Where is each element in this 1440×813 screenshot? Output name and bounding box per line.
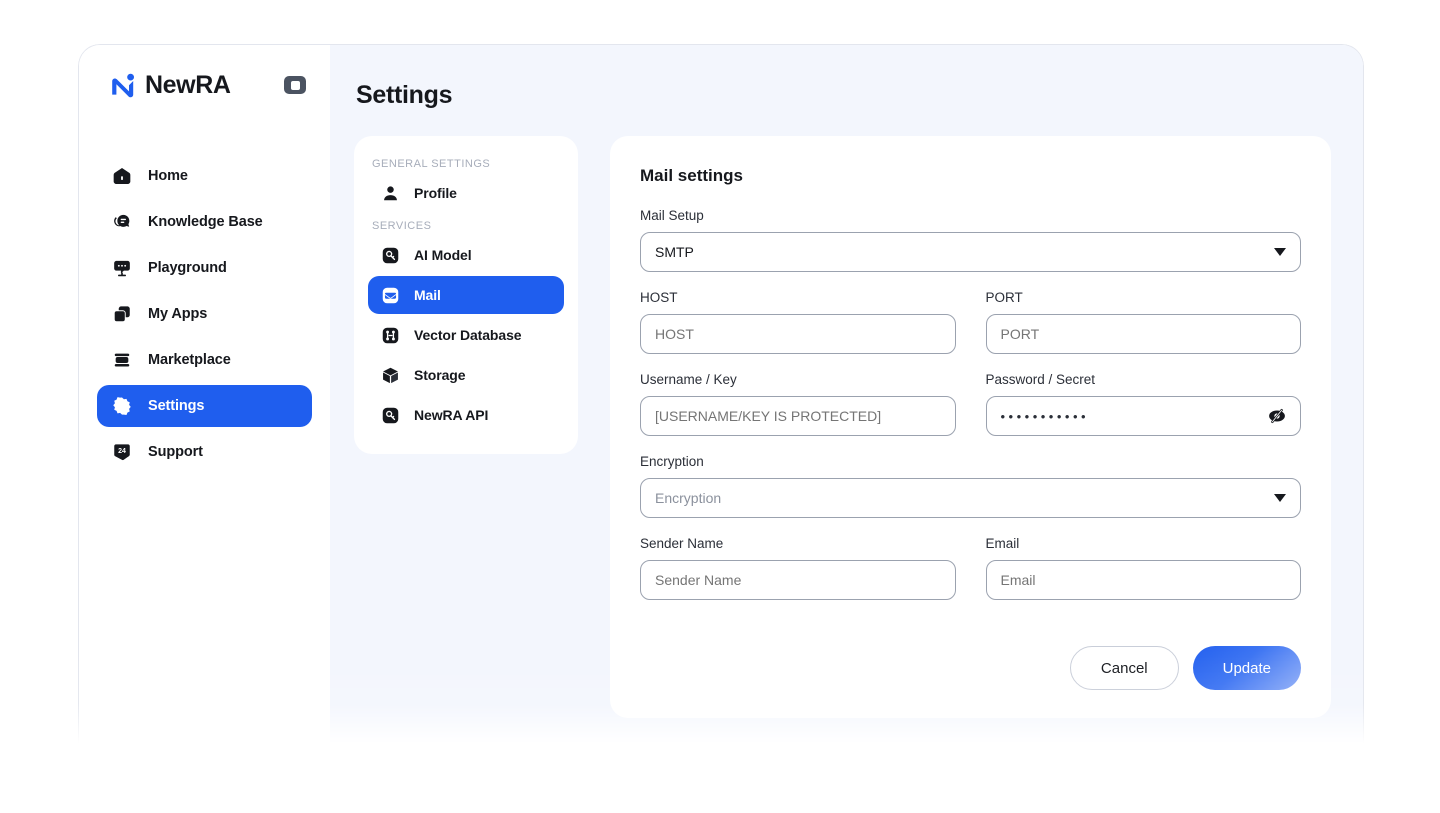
mail-settings-form: Mail settings Mail Setup SMTP HOST PORT <box>610 136 1331 718</box>
key-icon <box>380 245 401 266</box>
sidebar-collapse-icon[interactable] <box>284 76 306 94</box>
subnav-item-label: NewRA API <box>414 407 489 423</box>
primary-nav: Home Knowledge Base Playground My Apps M… <box>79 155 330 473</box>
encryption-value: Encryption <box>655 490 722 506</box>
field-mail-setup: Mail Setup SMTP <box>640 208 1301 272</box>
settings-panels: GENERAL SETTINGS Profile SERVICES AI Mod… <box>354 136 1331 718</box>
form-actions: Cancel Update <box>640 646 1301 690</box>
encryption-label: Encryption <box>640 454 704 469</box>
subnav-item-label: Vector Database <box>414 327 522 343</box>
mail-setup-value: SMTP <box>655 244 694 260</box>
password-label: Password / Secret <box>985 372 1096 387</box>
page-title: Settings <box>356 81 453 109</box>
subnav-group-title-general: GENERAL SETTINGS <box>372 158 491 170</box>
sidebar-item-label: Support <box>148 444 203 460</box>
sidebar-item-knowledge-base[interactable]: Knowledge Base <box>97 201 312 243</box>
sidebar-item-label: Home <box>148 168 188 184</box>
sender-name-label: Sender Name <box>640 536 724 551</box>
sidebar-item-playground[interactable]: Playground <box>97 247 312 289</box>
sidebar-item-my-apps[interactable]: My Apps <box>97 293 312 335</box>
sidebar-item-label: Playground <box>148 260 227 276</box>
subnav-item-label: AI Model <box>414 247 472 263</box>
host-input[interactable] <box>640 314 956 354</box>
credentials-row: Username / Key Password / Secret •••••••… <box>640 372 1301 454</box>
form-title: Mail settings <box>640 166 743 185</box>
port-label: PORT <box>985 290 1023 305</box>
field-host: HOST <box>640 290 956 354</box>
home-icon <box>111 166 132 187</box>
sidebar-item-label: Settings <box>148 398 205 414</box>
cube-icon <box>380 365 401 386</box>
marketplace-icon <box>111 350 132 371</box>
field-email: Email <box>985 536 1301 600</box>
app-window: NewRA Home Knowledge Base Playground My … <box>78 44 1364 744</box>
field-password: Password / Secret ••••••••••• <box>985 372 1301 436</box>
settings-subnav: GENERAL SETTINGS Profile SERVICES AI Mod… <box>354 136 578 454</box>
newra-logo-icon <box>112 73 134 98</box>
subnav-item-ai-model[interactable]: AI Model <box>368 236 564 274</box>
chevron-down-icon <box>1274 248 1286 256</box>
subnav-item-label: Profile <box>414 185 457 201</box>
sender-name-input[interactable] <box>640 560 956 600</box>
field-encryption: Encryption Encryption <box>640 454 1301 518</box>
vector-database-icon <box>380 325 401 346</box>
svg-text:24: 24 <box>118 448 126 455</box>
subnav-item-vector-database[interactable]: Vector Database <box>368 316 564 354</box>
brand-name: NewRA <box>145 70 231 99</box>
support-24-icon: 24 <box>111 442 132 463</box>
username-input[interactable] <box>640 396 956 436</box>
envelope-icon <box>380 285 401 306</box>
eye-slash-icon[interactable] <box>1266 405 1288 427</box>
sidebar-item-label: Marketplace <box>148 352 231 368</box>
key-icon <box>380 405 401 426</box>
email-label: Email <box>985 536 1020 551</box>
port-input[interactable] <box>985 314 1301 354</box>
subnav-item-label: Mail <box>414 287 441 303</box>
subnav-item-storage[interactable]: Storage <box>368 356 564 394</box>
host-port-row: HOST PORT <box>640 290 1301 372</box>
main-sidebar: NewRA Home Knowledge Base Playground My … <box>79 45 330 744</box>
sidebar-item-home[interactable]: Home <box>97 155 312 197</box>
content-area: Settings GENERAL SETTINGS Profile SERVIC… <box>330 45 1363 744</box>
mail-setup-label: Mail Setup <box>640 208 704 223</box>
subnav-item-label: Storage <box>414 367 466 383</box>
field-username: Username / Key <box>640 372 956 436</box>
password-masked-value: ••••••••••• <box>1000 408 1090 424</box>
encryption-select[interactable]: Encryption <box>640 478 1301 518</box>
gear-icon <box>111 396 132 417</box>
field-sender-name: Sender Name <box>640 536 956 600</box>
person-icon <box>380 183 401 204</box>
subnav-item-mail[interactable]: Mail <box>368 276 564 314</box>
chevron-down-icon <box>1274 494 1286 502</box>
sidebar-item-label: Knowledge Base <box>148 214 263 230</box>
brand-row: NewRA <box>79 45 330 125</box>
my-apps-icon <box>111 304 132 325</box>
cancel-button[interactable]: Cancel <box>1069 646 1179 690</box>
sidebar-item-label: My Apps <box>148 306 208 322</box>
password-input[interactable]: ••••••••••• <box>985 396 1301 436</box>
subnav-item-profile[interactable]: Profile <box>368 174 564 212</box>
knowledge-base-icon <box>111 212 132 233</box>
sidebar-item-marketplace[interactable]: Marketplace <box>97 339 312 381</box>
field-port: PORT <box>985 290 1301 354</box>
subnav-group-title-services: SERVICES <box>372 220 432 232</box>
subnav-item-newra-api[interactable]: NewRA API <box>368 396 564 434</box>
username-label: Username / Key <box>640 372 737 387</box>
host-label: HOST <box>640 290 678 305</box>
sidebar-item-support[interactable]: 24 Support <box>97 431 312 473</box>
update-button[interactable]: Update <box>1192 646 1301 690</box>
sidebar-item-settings[interactable]: Settings <box>97 385 312 427</box>
mail-setup-select[interactable]: SMTP <box>640 232 1301 272</box>
sender-row: Sender Name Email <box>640 536 1301 618</box>
email-input[interactable] <box>985 560 1301 600</box>
playground-icon <box>111 258 132 279</box>
